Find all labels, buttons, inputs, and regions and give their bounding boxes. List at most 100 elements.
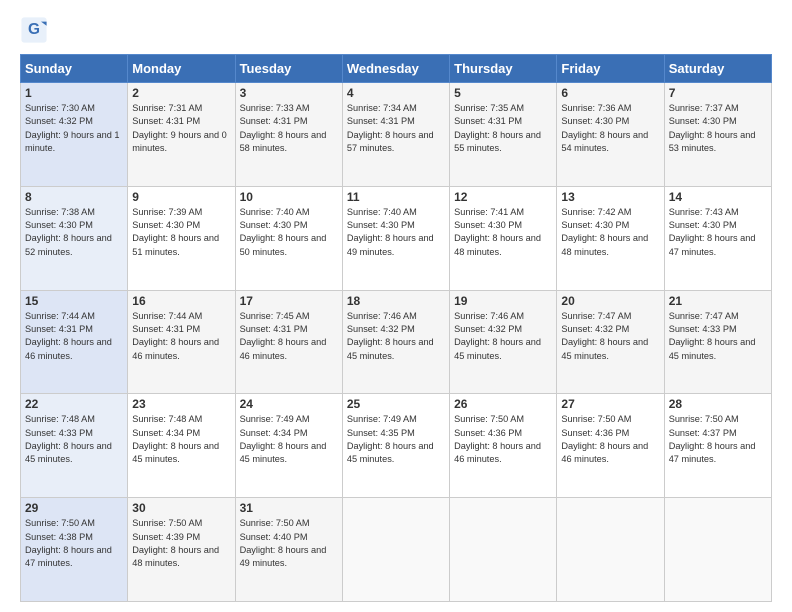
daylight-label: Daylight: 8 hours and 47 minutes. (669, 233, 756, 256)
day-cell-6: 6 Sunrise: 7:36 AM Sunset: 4:30 PM Dayli… (557, 83, 664, 187)
sunset-label: Sunset: 4:38 PM (25, 532, 93, 542)
day-cell-5: 5 Sunrise: 7:35 AM Sunset: 4:31 PM Dayli… (450, 83, 557, 187)
daylight-label: Daylight: 8 hours and 45 minutes. (347, 441, 434, 464)
day-cell-1: 1 Sunrise: 7:30 AM Sunset: 4:32 PM Dayli… (21, 83, 128, 187)
page: G SundayMondayTuesdayWednesdayThursdayFr… (0, 0, 792, 612)
daylight-label: Daylight: 8 hours and 46 minutes. (454, 441, 541, 464)
day-cell-22: 22 Sunrise: 7:48 AM Sunset: 4:33 PM Dayl… (21, 394, 128, 498)
day-cell-10: 10 Sunrise: 7:40 AM Sunset: 4:30 PM Dayl… (235, 186, 342, 290)
sunset-label: Sunset: 4:30 PM (669, 220, 737, 230)
sunrise-label: Sunrise: 7:40 AM (240, 207, 310, 217)
sunset-label: Sunset: 4:31 PM (132, 116, 200, 126)
day-number: 31 (240, 501, 338, 515)
day-info: Sunrise: 7:40 AM Sunset: 4:30 PM Dayligh… (240, 206, 338, 259)
daylight-label: Daylight: 8 hours and 45 minutes. (25, 441, 112, 464)
day-info: Sunrise: 7:46 AM Sunset: 4:32 PM Dayligh… (347, 310, 445, 363)
week-row-2: 8 Sunrise: 7:38 AM Sunset: 4:30 PM Dayli… (21, 186, 772, 290)
sunset-label: Sunset: 4:30 PM (132, 220, 200, 230)
sunrise-label: Sunrise: 7:42 AM (561, 207, 631, 217)
day-number: 9 (132, 190, 230, 204)
day-info: Sunrise: 7:45 AM Sunset: 4:31 PM Dayligh… (240, 310, 338, 363)
sunrise-label: Sunrise: 7:39 AM (132, 207, 202, 217)
sunset-label: Sunset: 4:30 PM (347, 220, 415, 230)
sunrise-label: Sunrise: 7:48 AM (25, 414, 95, 424)
day-cell-8: 8 Sunrise: 7:38 AM Sunset: 4:30 PM Dayli… (21, 186, 128, 290)
day-cell-3: 3 Sunrise: 7:33 AM Sunset: 4:31 PM Dayli… (235, 83, 342, 187)
day-info: Sunrise: 7:30 AM Sunset: 4:32 PM Dayligh… (25, 102, 123, 155)
day-info: Sunrise: 7:50 AM Sunset: 4:38 PM Dayligh… (25, 517, 123, 570)
day-info: Sunrise: 7:42 AM Sunset: 4:30 PM Dayligh… (561, 206, 659, 259)
day-info: Sunrise: 7:35 AM Sunset: 4:31 PM Dayligh… (454, 102, 552, 155)
sunset-label: Sunset: 4:36 PM (454, 428, 522, 438)
sunset-label: Sunset: 4:31 PM (347, 116, 415, 126)
day-info: Sunrise: 7:38 AM Sunset: 4:30 PM Dayligh… (25, 206, 123, 259)
day-cell-28: 28 Sunrise: 7:50 AM Sunset: 4:37 PM Dayl… (664, 394, 771, 498)
day-number: 24 (240, 397, 338, 411)
sunrise-label: Sunrise: 7:50 AM (25, 518, 95, 528)
sunrise-label: Sunrise: 7:38 AM (25, 207, 95, 217)
day-cell-4: 4 Sunrise: 7:34 AM Sunset: 4:31 PM Dayli… (342, 83, 449, 187)
day-cell-2: 2 Sunrise: 7:31 AM Sunset: 4:31 PM Dayli… (128, 83, 235, 187)
sunrise-label: Sunrise: 7:50 AM (240, 518, 310, 528)
daylight-label: Daylight: 8 hours and 51 minutes. (132, 233, 219, 256)
sunrise-label: Sunrise: 7:47 AM (561, 311, 631, 321)
sunset-label: Sunset: 4:33 PM (25, 428, 93, 438)
sunrise-label: Sunrise: 7:50 AM (132, 518, 202, 528)
daylight-label: Daylight: 8 hours and 48 minutes. (132, 545, 219, 568)
sunset-label: Sunset: 4:31 PM (240, 324, 308, 334)
sunrise-label: Sunrise: 7:30 AM (25, 103, 95, 113)
day-info: Sunrise: 7:43 AM Sunset: 4:30 PM Dayligh… (669, 206, 767, 259)
day-cell-11: 11 Sunrise: 7:40 AM Sunset: 4:30 PM Dayl… (342, 186, 449, 290)
day-cell-20: 20 Sunrise: 7:47 AM Sunset: 4:32 PM Dayl… (557, 290, 664, 394)
sunrise-label: Sunrise: 7:50 AM (669, 414, 739, 424)
sunset-label: Sunset: 4:32 PM (25, 116, 93, 126)
sunset-label: Sunset: 4:32 PM (561, 324, 629, 334)
sunset-label: Sunset: 4:30 PM (25, 220, 93, 230)
day-number: 30 (132, 501, 230, 515)
day-number: 23 (132, 397, 230, 411)
sunset-label: Sunset: 4:39 PM (132, 532, 200, 542)
sunrise-label: Sunrise: 7:40 AM (347, 207, 417, 217)
daylight-label: Daylight: 8 hours and 49 minutes. (347, 233, 434, 256)
sunrise-label: Sunrise: 7:49 AM (240, 414, 310, 424)
day-info: Sunrise: 7:34 AM Sunset: 4:31 PM Dayligh… (347, 102, 445, 155)
day-info: Sunrise: 7:50 AM Sunset: 4:36 PM Dayligh… (454, 413, 552, 466)
week-row-3: 15 Sunrise: 7:44 AM Sunset: 4:31 PM Dayl… (21, 290, 772, 394)
sunset-label: Sunset: 4:30 PM (561, 220, 629, 230)
day-number: 3 (240, 86, 338, 100)
day-number: 17 (240, 294, 338, 308)
day-cell-7: 7 Sunrise: 7:37 AM Sunset: 4:30 PM Dayli… (664, 83, 771, 187)
weekday-header-wednesday: Wednesday (342, 55, 449, 83)
day-info: Sunrise: 7:46 AM Sunset: 4:32 PM Dayligh… (454, 310, 552, 363)
day-info: Sunrise: 7:37 AM Sunset: 4:30 PM Dayligh… (669, 102, 767, 155)
day-cell-25: 25 Sunrise: 7:49 AM Sunset: 4:35 PM Dayl… (342, 394, 449, 498)
weekday-header-tuesday: Tuesday (235, 55, 342, 83)
day-info: Sunrise: 7:47 AM Sunset: 4:33 PM Dayligh… (669, 310, 767, 363)
daylight-label: Daylight: 8 hours and 45 minutes. (454, 337, 541, 360)
day-cell-27: 27 Sunrise: 7:50 AM Sunset: 4:36 PM Dayl… (557, 394, 664, 498)
weekday-header-thursday: Thursday (450, 55, 557, 83)
daylight-label: Daylight: 8 hours and 55 minutes. (454, 130, 541, 153)
day-number: 27 (561, 397, 659, 411)
day-info: Sunrise: 7:50 AM Sunset: 4:40 PM Dayligh… (240, 517, 338, 570)
daylight-label: Daylight: 8 hours and 50 minutes. (240, 233, 327, 256)
daylight-label: Daylight: 8 hours and 58 minutes. (240, 130, 327, 153)
daylight-label: Daylight: 9 hours and 1 minute. (25, 130, 120, 153)
empty-cell (557, 498, 664, 602)
daylight-label: Daylight: 8 hours and 52 minutes. (25, 233, 112, 256)
day-number: 1 (25, 86, 123, 100)
sunset-label: Sunset: 4:31 PM (454, 116, 522, 126)
sunrise-label: Sunrise: 7:49 AM (347, 414, 417, 424)
day-cell-31: 31 Sunrise: 7:50 AM Sunset: 4:40 PM Dayl… (235, 498, 342, 602)
daylight-label: Daylight: 8 hours and 46 minutes. (25, 337, 112, 360)
sunrise-label: Sunrise: 7:48 AM (132, 414, 202, 424)
weekday-header-friday: Friday (557, 55, 664, 83)
daylight-label: Daylight: 8 hours and 46 minutes. (132, 337, 219, 360)
sunrise-label: Sunrise: 7:47 AM (669, 311, 739, 321)
sunset-label: Sunset: 4:30 PM (240, 220, 308, 230)
empty-cell (664, 498, 771, 602)
sunset-label: Sunset: 4:37 PM (669, 428, 737, 438)
day-number: 7 (669, 86, 767, 100)
daylight-label: Daylight: 8 hours and 48 minutes. (454, 233, 541, 256)
daylight-label: Daylight: 8 hours and 47 minutes. (25, 545, 112, 568)
